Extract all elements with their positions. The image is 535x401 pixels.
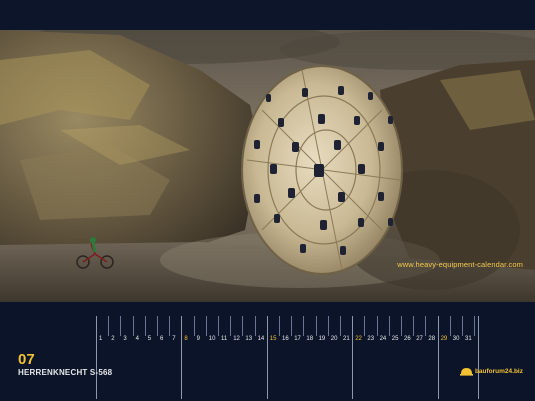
day-number: 19 [318, 336, 326, 342]
day-separator [157, 316, 158, 336]
day-separator [279, 316, 280, 336]
section-divider [478, 316, 479, 399]
day-number: 9 [196, 336, 200, 342]
day-number: 10 [208, 336, 216, 342]
day-number: 23 [367, 336, 375, 342]
machine-name: HERRENKNECHT S-568 [18, 368, 113, 377]
day-separator [364, 316, 366, 336]
day-number: 24 [379, 336, 387, 342]
day-number: 1 [99, 336, 103, 342]
day-separator [96, 316, 97, 399]
day-separator [108, 316, 110, 336]
hard-hat-icon [459, 368, 473, 376]
day-separator [303, 316, 305, 336]
day-number: 20 [330, 336, 338, 342]
day-separator [291, 316, 293, 336]
day-number: 18 [306, 336, 314, 342]
day-separator [144, 316, 146, 336]
bauforum-logo[interactable]: bauforum24.biz [459, 367, 523, 376]
day-separator [266, 316, 268, 399]
website-url[interactable]: www.heavy-equipment-calendar.com [397, 260, 523, 269]
day-separator [437, 316, 439, 399]
day-number: 15 [269, 336, 277, 342]
day-number: 3 [123, 336, 127, 342]
day-separator [181, 316, 183, 399]
day-number: 17 [294, 336, 301, 342]
day-number: 22 [355, 336, 362, 342]
calendar-strip: 1 2 3 4 5 6 7 8 9 10 11 12 13 14 15 16 17 18 19 20 21 22 23 24 2… [0, 302, 535, 401]
day-number: 21 [343, 336, 350, 342]
day-number: 7 [172, 336, 176, 342]
day-separator [352, 316, 354, 399]
day-separator [132, 316, 134, 336]
day-number: 30 [452, 336, 460, 342]
day-separator [254, 316, 256, 336]
day-separator [120, 316, 122, 336]
day-number: 2 [111, 336, 115, 342]
day-number: 29 [440, 336, 448, 342]
day-separator [388, 316, 390, 336]
day-separator [425, 316, 427, 336]
day-separator [169, 316, 171, 336]
day-separator [193, 316, 195, 336]
day-number: 13 [245, 336, 253, 342]
day-separator [218, 316, 219, 336]
logo-text: bauforum24.biz [474, 368, 523, 375]
day-number: 16 [282, 336, 289, 342]
day-separator [230, 316, 232, 336]
day-number: 31 [465, 336, 472, 342]
day-separator [449, 316, 451, 336]
day-number: 6 [160, 336, 164, 342]
day-separator [413, 316, 415, 336]
day-number: 11 [221, 336, 228, 342]
month-number: 07 [18, 351, 35, 368]
day-separator [376, 316, 378, 336]
day-number: 8 [184, 336, 188, 342]
day-number: 28 [428, 336, 436, 342]
day-number: 12 [233, 336, 240, 342]
day-number: 25 [391, 336, 399, 342]
day-separator [242, 316, 244, 336]
day-separator [205, 316, 207, 336]
day-number: 26 [404, 336, 411, 342]
day-separator [462, 316, 463, 336]
day-separator [315, 316, 317, 336]
day-number: 14 [257, 336, 265, 342]
day-number: 4 [135, 336, 139, 342]
day-number: 27 [416, 336, 423, 342]
day-number: 5 [147, 336, 152, 342]
day-separator [401, 316, 402, 336]
day-separator [474, 316, 476, 336]
top-band [0, 0, 535, 30]
day-separator [327, 316, 329, 336]
day-separator [340, 316, 341, 336]
